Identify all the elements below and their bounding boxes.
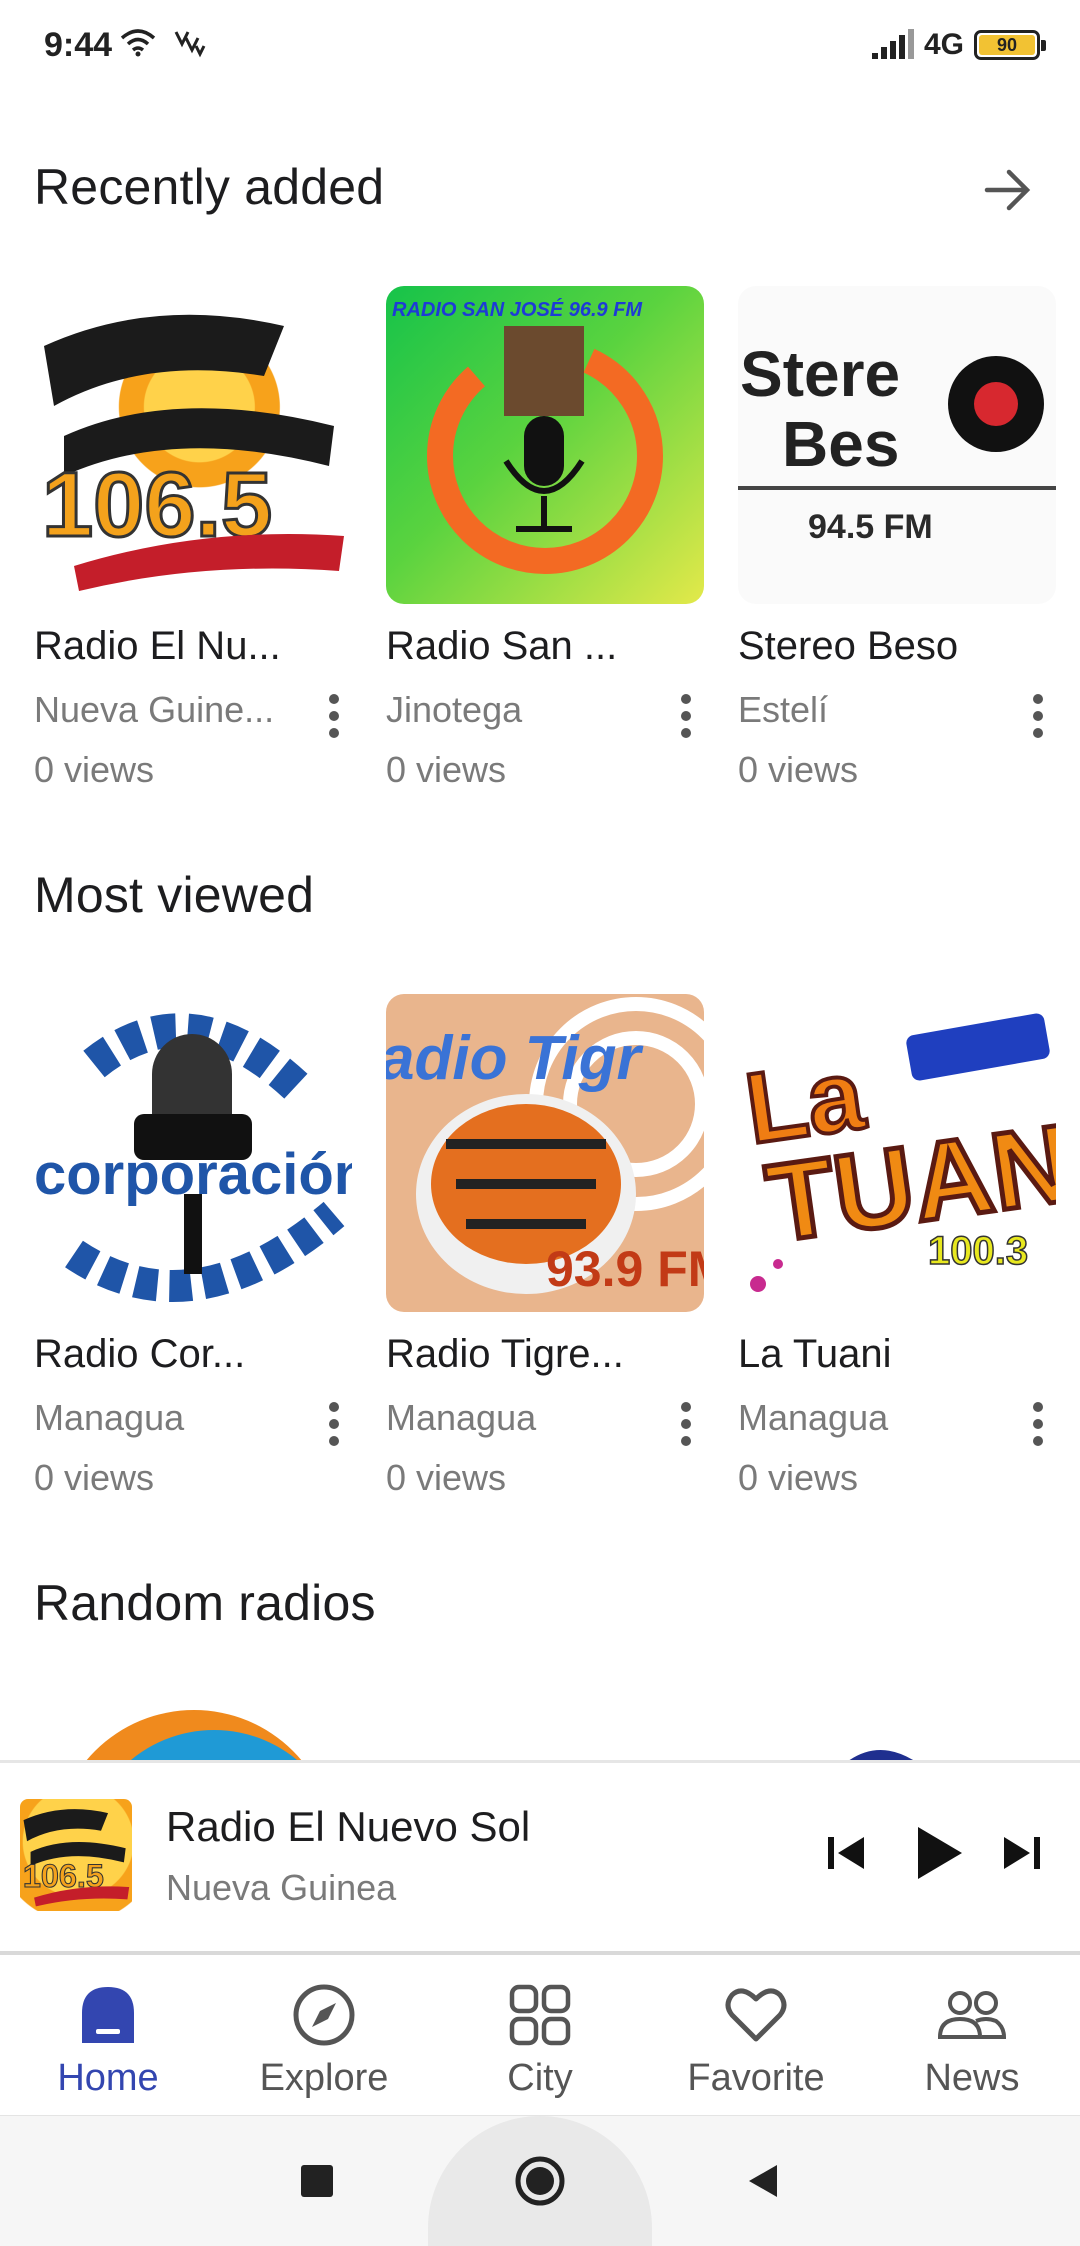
radio-views: 0 views bbox=[34, 749, 155, 790]
random-radio-logo-peek[interactable] bbox=[34, 1700, 352, 1760]
radio-city: Estelí bbox=[738, 689, 829, 730]
radio-card[interactable]: RADIO SAN JOSÉ 96.9 FM Radio San ... Jin… bbox=[386, 286, 704, 791]
more-options-icon[interactable] bbox=[674, 1394, 698, 1454]
nav-city[interactable]: City bbox=[432, 1955, 648, 2115]
square-icon bbox=[301, 2165, 333, 2197]
wifi-icon bbox=[120, 29, 156, 57]
next-button[interactable] bbox=[982, 1813, 1062, 1893]
radio-card[interactable]: corporación Radio Cor... Managua 0 views bbox=[34, 994, 352, 1499]
radio-city: Nueva Guine... bbox=[34, 689, 275, 730]
battery-level: 90 bbox=[996, 34, 1018, 55]
player-title: Radio El Nuevo Sol bbox=[166, 1803, 531, 1850]
battery-icon: 90 bbox=[974, 30, 1046, 60]
system-navigation-bar bbox=[0, 2115, 1080, 2246]
people-icon bbox=[937, 1991, 1007, 2039]
radio-card[interactable]: Stere Bes 94.5 FM Stereo Beso Estelí 0 v… bbox=[738, 286, 1056, 791]
radio-title: Radio Cor... bbox=[34, 1332, 246, 1376]
compass-icon bbox=[293, 1984, 355, 2046]
radio-title: Radio San ... bbox=[386, 624, 618, 668]
data-transfer-icon bbox=[174, 31, 206, 58]
skip-previous-icon bbox=[828, 1837, 864, 1869]
radio-city: Jinotega bbox=[386, 689, 523, 730]
nav-favorite[interactable]: Favorite bbox=[648, 1955, 864, 2115]
radio-title: Radio El Nu... bbox=[34, 624, 281, 668]
mini-player[interactable]: 106.5 Radio El Nuevo Sol Nueva Guinea bbox=[0, 1763, 1080, 1951]
signal-icon bbox=[871, 29, 914, 59]
home-system-button[interactable] bbox=[505, 2146, 575, 2216]
skip-next-icon bbox=[1004, 1837, 1040, 1869]
radio-card[interactable]: adio Tigr 93.9 FM Radio Tigre... Managua… bbox=[386, 994, 704, 1499]
random-radio-logo-peek[interactable] bbox=[738, 1700, 1056, 1760]
recents-button[interactable] bbox=[282, 2146, 352, 2216]
radio-logo: La TUAN 100.3 bbox=[738, 994, 1056, 1312]
player-thumbnail: 106.5 bbox=[20, 1799, 132, 1911]
play-button[interactable] bbox=[898, 1813, 978, 1893]
radio-views: 0 views bbox=[386, 1457, 507, 1498]
nav-explore[interactable]: Explore bbox=[216, 1955, 432, 2115]
radio-views: 0 views bbox=[738, 1457, 859, 1498]
nav-label: Home bbox=[57, 2057, 159, 2099]
player-subtitle: Nueva Guinea bbox=[166, 1867, 397, 1908]
nav-label: News bbox=[924, 2057, 1020, 2099]
logo-text: RADIO SAN JOSÉ 96.9 FM bbox=[392, 298, 643, 321]
logo-frequency: 94.5 FM bbox=[808, 508, 933, 546]
more-options-icon[interactable] bbox=[322, 686, 346, 746]
section-title-recently-added: Recently added bbox=[34, 159, 385, 215]
radio-card[interactable]: 106.5 Radio El Nu... Nueva Guine... 0 vi… bbox=[34, 286, 352, 791]
logo-frequency: 93.9 FM bbox=[546, 1241, 704, 1297]
nav-label: City bbox=[507, 2057, 573, 2099]
radio-logo: Stere Bes 94.5 FM bbox=[738, 286, 1056, 604]
network-type: 4G bbox=[923, 28, 964, 61]
radio-logo: 106.5 bbox=[34, 286, 352, 604]
previous-button[interactable] bbox=[806, 1813, 886, 1893]
status-time: 9:44 bbox=[44, 26, 113, 64]
radio-card[interactable]: La TUAN 100.3 La Tuani Managua 0 views bbox=[738, 994, 1056, 1499]
arrow-right-icon bbox=[984, 169, 1031, 211]
radio-logo: RADIO SAN JOSÉ 96.9 FM bbox=[386, 286, 704, 604]
more-options-icon[interactable] bbox=[1026, 686, 1050, 746]
status-right-icons: 4G 90 bbox=[870, 28, 1046, 62]
radio-city: Managua bbox=[386, 1397, 537, 1438]
radio-city: Managua bbox=[738, 1397, 889, 1438]
status-bar: 9:44 4G 90 bbox=[0, 0, 1080, 96]
bottom-navigation: Home Explore City Favorite News bbox=[0, 1955, 1080, 2115]
home-icon bbox=[82, 1987, 134, 2043]
heart-icon bbox=[725, 1988, 787, 2042]
radio-city: Managua bbox=[34, 1397, 185, 1438]
nav-label: Favorite bbox=[687, 2057, 825, 2099]
status-left-icons bbox=[120, 28, 206, 58]
grid-icon bbox=[509, 1984, 571, 2046]
svg-text:adio Tigr: adio Tigr bbox=[386, 1024, 644, 1093]
play-icon bbox=[918, 1827, 962, 1879]
radio-title: Radio Tigre... bbox=[386, 1332, 624, 1376]
radio-title: La Tuani bbox=[738, 1332, 892, 1376]
more-options-icon[interactable] bbox=[674, 686, 698, 746]
radio-views: 0 views bbox=[386, 749, 507, 790]
section-title-random-radios: Random radios bbox=[34, 1575, 376, 1631]
more-options-icon[interactable] bbox=[1026, 1394, 1050, 1454]
nav-news[interactable]: News bbox=[864, 1955, 1080, 2115]
svg-text:Bes: Bes bbox=[782, 408, 899, 480]
radio-logo: adio Tigr 93.9 FM bbox=[386, 994, 704, 1312]
radio-views: 0 views bbox=[738, 749, 859, 790]
radio-views: 0 views bbox=[34, 1457, 155, 1498]
radio-title: Stereo Beso bbox=[738, 624, 959, 668]
nav-label: Explore bbox=[259, 2057, 389, 2099]
svg-text:100.3: 100.3 bbox=[928, 1229, 1028, 1273]
radio-logo: corporación bbox=[34, 994, 352, 1312]
circle-icon bbox=[515, 2156, 565, 2206]
back-triangle-icon bbox=[749, 2165, 777, 2197]
back-system-button[interactable] bbox=[728, 2146, 798, 2216]
svg-text:Stere: Stere bbox=[740, 338, 900, 410]
section-title-most-viewed: Most viewed bbox=[34, 867, 315, 923]
nav-home[interactable]: Home bbox=[0, 1955, 216, 2115]
see-all-arrow-button[interactable] bbox=[978, 160, 1038, 220]
more-options-icon[interactable] bbox=[322, 1394, 346, 1454]
